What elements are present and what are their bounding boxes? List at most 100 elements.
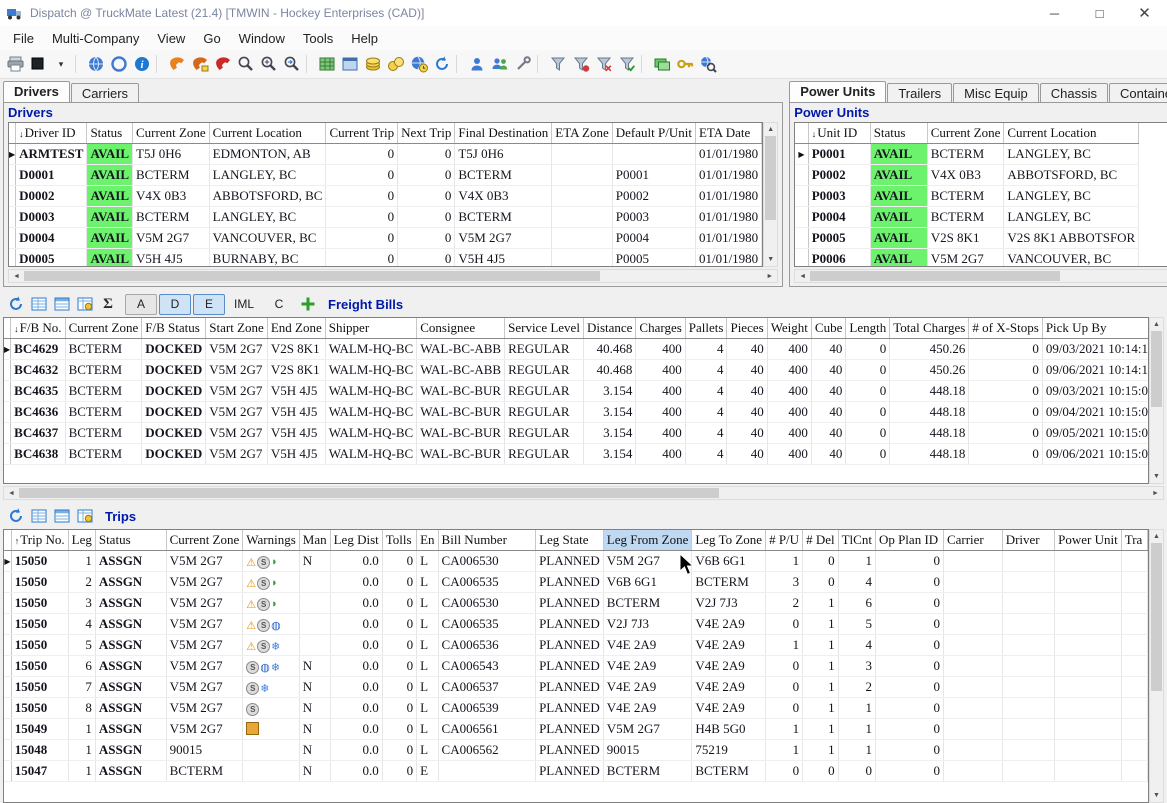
table-row[interactable]: ▶P0001AVAILBCTERMLANGLEY, BC bbox=[795, 144, 1139, 165]
cell[interactable]: REGULAR bbox=[505, 423, 584, 444]
cell[interactable]: V4E 2A9 bbox=[692, 698, 766, 719]
cell[interactable]: 0.0 bbox=[330, 677, 382, 698]
cell[interactable]: AVAIL bbox=[870, 207, 927, 228]
cell[interactable]: 0 bbox=[969, 360, 1042, 381]
scroll-up-icon[interactable]: ▲ bbox=[1150, 530, 1163, 543]
cell[interactable]: 0 bbox=[382, 635, 416, 656]
cell[interactable]: REGULAR bbox=[505, 339, 584, 360]
cell[interactable]: 15050 bbox=[11, 656, 68, 677]
column-header-bill-number[interactable]: Bill Number bbox=[438, 530, 536, 551]
cell[interactable]: 400 bbox=[767, 381, 811, 402]
menu-file[interactable]: File bbox=[4, 28, 43, 49]
table-row[interactable]: BC4632BCTERMDOCKEDV5M 2G7V2S 8K1WALM-HQ-… bbox=[4, 360, 1149, 381]
cell[interactable]: V5H 4J5 bbox=[267, 423, 325, 444]
cell[interactable] bbox=[943, 635, 1002, 656]
cell[interactable] bbox=[299, 614, 330, 635]
cell[interactable]: AVAIL bbox=[87, 144, 133, 165]
cell[interactable]: CA006535 bbox=[438, 614, 536, 635]
cell[interactable]: 400 bbox=[767, 360, 811, 381]
cell[interactable]: BC4636 bbox=[11, 402, 65, 423]
cell[interactable] bbox=[943, 740, 1002, 761]
cell[interactable]: 4 bbox=[685, 360, 727, 381]
cell[interactable] bbox=[943, 656, 1002, 677]
cell[interactable]: P0006 bbox=[808, 249, 870, 268]
cell[interactable]: BCTERM bbox=[455, 207, 552, 228]
cell[interactable]: V4E 2A9 bbox=[603, 635, 692, 656]
cell[interactable]: 6 bbox=[838, 593, 875, 614]
web-icon[interactable] bbox=[85, 53, 107, 75]
cell[interactable]: 0 bbox=[803, 761, 839, 782]
cell[interactable]: BC4637 bbox=[11, 423, 65, 444]
table-row[interactable]: D0002AVAILV4X 0B3ABBOTSFORD, BC00V4X 0B3… bbox=[9, 186, 762, 207]
cell[interactable]: V5M 2G7 bbox=[166, 635, 243, 656]
cell[interactable]: 01/01/1980 bbox=[695, 249, 761, 268]
cell[interactable]: 15050 bbox=[11, 593, 68, 614]
cell[interactable]: V5M 2G7 bbox=[206, 402, 268, 423]
cell[interactable]: 75219 bbox=[692, 740, 766, 761]
cell[interactable] bbox=[1121, 572, 1147, 593]
cell[interactable]: 0 bbox=[803, 572, 839, 593]
globe-time-icon[interactable] bbox=[408, 53, 430, 75]
cell[interactable]: 2 bbox=[68, 572, 95, 593]
cell[interactable]: 4 bbox=[685, 444, 727, 465]
fb-filter-e[interactable]: E bbox=[193, 294, 225, 315]
cell[interactable]: WALM-HQ-BC bbox=[325, 381, 417, 402]
cell[interactable]: 40 bbox=[727, 402, 767, 423]
cell[interactable]: 0 bbox=[766, 614, 803, 635]
cell[interactable]: 1 bbox=[766, 740, 803, 761]
cell[interactable] bbox=[1055, 551, 1122, 572]
table-row[interactable]: 150508ASSGNV5M 2G7SN0.00LCA006539PLANNED… bbox=[4, 698, 1148, 719]
zoom-icon[interactable] bbox=[235, 53, 257, 75]
cell[interactable]: VANCOUVER, BC bbox=[209, 228, 326, 249]
cell[interactable] bbox=[1121, 656, 1147, 677]
cell[interactable]: L bbox=[417, 719, 438, 740]
grid-sum-icon[interactable] bbox=[74, 505, 96, 527]
cell[interactable]: D0004 bbox=[16, 228, 87, 249]
column-header-current-location[interactable]: Current Location bbox=[1004, 123, 1139, 144]
cell[interactable]: ABBOTSFORD, BC bbox=[209, 186, 326, 207]
cell[interactable]: 40.468 bbox=[583, 339, 635, 360]
cell[interactable] bbox=[943, 593, 1002, 614]
cell[interactable]: 0 bbox=[382, 740, 416, 761]
scroll-track[interactable] bbox=[764, 136, 777, 253]
cell[interactable]: 5 bbox=[838, 614, 875, 635]
menu-go[interactable]: Go bbox=[194, 28, 229, 49]
cell[interactable]: 0 bbox=[398, 228, 455, 249]
cell[interactable]: 4 bbox=[838, 572, 875, 593]
refresh-icon[interactable] bbox=[431, 53, 453, 75]
column-header-status[interactable]: Status bbox=[95, 530, 166, 551]
cell[interactable]: ASSGN bbox=[95, 614, 166, 635]
cell[interactable]: 5 bbox=[68, 635, 95, 656]
table-row[interactable]: D0004AVAILV5M 2G7VANCOUVER, BC00V5M 2G7P… bbox=[9, 228, 762, 249]
column-header--of-x-stops[interactable]: # of X-Stops bbox=[969, 318, 1042, 339]
key-icon[interactable] bbox=[674, 53, 696, 75]
cell[interactable]: 3 bbox=[68, 593, 95, 614]
cell[interactable] bbox=[1055, 740, 1122, 761]
fb-filter-a[interactable]: A bbox=[125, 294, 157, 315]
cell[interactable]: BCTERM bbox=[603, 761, 692, 782]
cell[interactable]: BCTERM bbox=[133, 165, 210, 186]
cell[interactable] bbox=[1055, 656, 1122, 677]
cell[interactable]: V5H 4J5 bbox=[455, 249, 552, 268]
table-row[interactable]: 150506ASSGNV5M 2G7S◍❄N0.00LCA006543PLANN… bbox=[4, 656, 1148, 677]
cell[interactable]: 0 bbox=[766, 677, 803, 698]
cell[interactable]: P0002 bbox=[808, 165, 870, 186]
cell[interactable]: BCTERM bbox=[65, 444, 142, 465]
cell[interactable]: V4E 2A9 bbox=[692, 635, 766, 656]
cell[interactable]: 0 bbox=[875, 698, 943, 719]
cell[interactable]: WALM-HQ-BC bbox=[325, 423, 417, 444]
cell[interactable]: 1 bbox=[803, 614, 839, 635]
cell[interactable]: P0005 bbox=[612, 249, 695, 268]
cell[interactable]: V6B 6G1 bbox=[692, 551, 766, 572]
cell[interactable]: BCTERM bbox=[455, 165, 552, 186]
right-tab-power-units[interactable]: Power Units bbox=[789, 81, 886, 102]
cell[interactable]: 0.0 bbox=[330, 551, 382, 572]
cell[interactable]: 0.0 bbox=[330, 656, 382, 677]
cell[interactable] bbox=[552, 207, 612, 228]
cell[interactable]: 0 bbox=[846, 360, 890, 381]
cell[interactable]: 0 bbox=[875, 614, 943, 635]
column-header-tolls[interactable]: Tolls bbox=[382, 530, 416, 551]
cell[interactable] bbox=[1002, 593, 1054, 614]
cell[interactable]: V5M 2G7 bbox=[603, 551, 692, 572]
cell[interactable]: 0 bbox=[382, 719, 416, 740]
